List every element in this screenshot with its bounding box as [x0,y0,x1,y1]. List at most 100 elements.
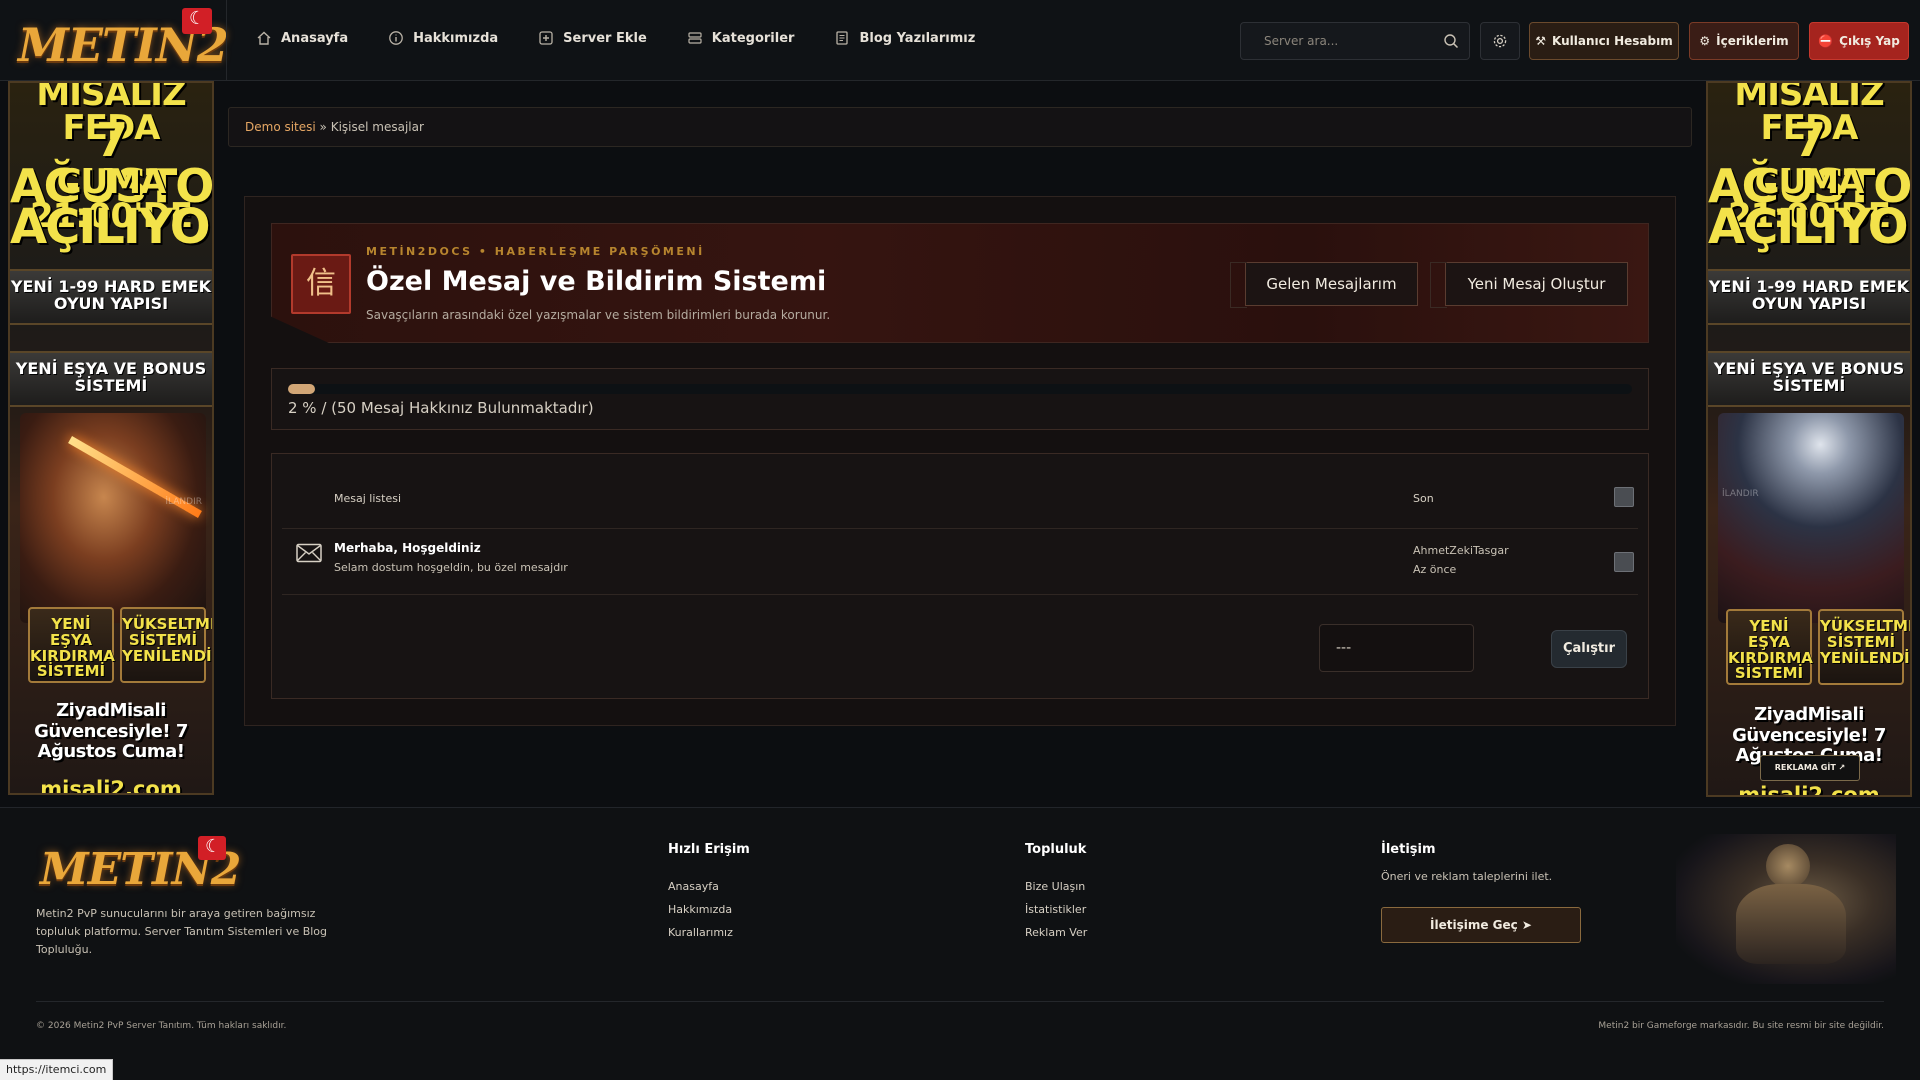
site-logo[interactable]: METIN2 [14,6,229,72]
nav-item-about[interactable]: Hakkımızda [388,30,498,46]
ad-line-4: AÇILIYOR! [10,199,212,255]
ad-tile-1: YENİ EŞYA KIRDIRMA SİSTEMİ [28,607,115,683]
quota-progress-track [288,384,1632,394]
footer-quick-title: Hızlı Erişim [668,842,750,857]
quota-label: 2 % / (50 Mesaj Hakkınız Bulunmaktadır) [288,399,594,417]
inbox-button[interactable]: Gelen Mesajlarım [1230,262,1418,308]
column-header-last: Son [1413,492,1434,505]
account-button-label: Kullanıcı Hesabım [1552,34,1673,48]
breadcrumb-current: Kişisel mesajlar [330,120,424,134]
info-icon [389,31,403,45]
nav-label-add-server: Server Ekle [563,30,647,46]
left-ad-banner[interactable]: MISALIZ FEDA 7 AĞUSTOS CUMA 21:00'DE AÇI… [8,81,214,795]
footer-link-rules[interactable]: Kurallarımız [668,926,733,939]
breadcrumb-link-demo[interactable]: Demo sitesi [245,120,316,134]
plus-square-icon [539,31,553,45]
main-nav: Anasayfa Hakkımızda Server Ekle Kategori… [256,30,975,46]
footer-link-stats[interactable]: İstatistikler [1025,903,1086,916]
hero-kicker: METİN2DOCS • HABERLEŞME PARŞÖMENİ [366,245,705,258]
footer-link-contact[interactable]: Bize Ulaşın [1025,880,1085,893]
ad-tile-2: YÜKSELTME SİSTEMİ YENİLENDİ! [1818,609,1910,685]
message-time: Az önce [1413,563,1457,576]
footer-divider [36,1001,1884,1002]
nav-item-home[interactable]: Anasayfa [256,30,348,46]
letter-seal-icon: 信 [291,254,351,314]
account-button[interactable]: ⚒ Kullanıcı Hesabım [1529,22,1679,60]
message-preview: Selam dostum hoşgeldin, bu özel mesajdır [334,561,568,574]
turkish-flag-icon [198,836,226,860]
footer-community-title: Topluluk [1025,842,1087,857]
footer-link-about[interactable]: Hakkımızda [668,903,732,916]
nav-label-categories: Kategoriler [711,30,795,46]
footer-contact-description: Öneri ve reklam taleplerini ilet. [1381,870,1553,883]
turkish-flag-icon [182,8,212,34]
logout-button-label: Çıkış Yap [1839,34,1900,48]
ad-cta-button[interactable]: REKLAMA GİT ↗ [1760,755,1860,781]
ad-domain: misali2.com [1738,783,1880,797]
row-checkbox[interactable] [1614,552,1634,572]
ad-band-1: YENİ 1-99 HARD EMEK OYUN YAPISI [10,269,212,325]
copyright-text: © 2026 Metin2 PvP Server Tanıtım. Tüm ha… [36,1021,287,1031]
warrior-illustration [20,413,206,623]
disclaimer-text: Metin2 bir Gameforge markasıdır. Bu site… [1598,1021,1884,1031]
document-icon [836,31,849,45]
new-message-button[interactable]: Yeni Mesaj Oluştur [1430,262,1628,308]
nav-item-add-server[interactable]: Server Ekle [538,30,647,46]
column-header-list: Mesaj listesi [334,492,401,505]
select-all-checkbox[interactable] [1614,487,1634,507]
message-author[interactable]: AhmetZekiTasgar [1413,544,1509,557]
ad-watermark: İLANDIR [1722,489,1759,499]
home-icon [257,31,271,45]
footer-logo[interactable]: METIN2 [36,834,241,895]
ad-domain: misali2.com [40,777,182,795]
status-bar-url: https://itemci.com [0,1059,114,1080]
contact-button[interactable]: İletişime Geç ➤ [1381,907,1581,943]
search-input[interactable] [1241,23,1441,59]
nav-label-home: Anasayfa [281,30,349,46]
site-header: METIN2 Anasayfa Hakkımızda Server Ekle K… [0,0,1920,81]
ad-band-2: YENİ EŞYA VE BONUS SİSTEMİ [1708,351,1910,407]
envelope-icon [296,543,322,563]
ad-line-4: AÇILIYOR! [1708,199,1910,255]
nav-item-categories[interactable]: Kategoriler [687,30,795,46]
logout-button[interactable]: ⛔ Çıkış Yap [1809,22,1909,60]
message-list: Mesaj listesi Son Merhaba, Hoşgeldiniz S… [271,453,1649,699]
header-divider [226,0,227,81]
ad-subline: ZiyadMisali Güvencesiyle! 7 Ağustos Cuma… [34,700,188,763]
table-row[interactable]: Merhaba, Hoşgeldiniz Selam dostum hoşgel… [282,529,1638,595]
page-description: Savaşçıların arasındaki özel yazışmalar … [366,308,831,322]
table-header: Mesaj listesi Son [282,454,1638,529]
right-ad-banner[interactable]: MISALIZ FEDA 7 AĞUSTOS CUMA 21:00'DE AÇI… [1706,81,1912,797]
ad-tile-1: YENİ EŞYA KIRDIRMA SİSTEMİ [1726,609,1813,685]
bulk-action-select[interactable]: --- [1319,624,1474,672]
server-search [1240,22,1470,60]
footer-contact-title: İletişim [1381,842,1436,857]
ad-band-1: YENİ 1-99 HARD EMEK OYUN YAPISI [1708,269,1910,325]
nav-item-blog[interactable]: Blog Yazılarımız [834,30,975,46]
breadcrumb-separator: » [315,120,331,134]
footer-link-advertise[interactable]: Reklam Ver [1025,926,1087,939]
ad-band-2: YENİ EŞYA VE BONUS SİSTEMİ [10,351,212,407]
nav-label-blog: Blog Yazılarımız [859,30,976,46]
contents-button-label: İçeriklerim [1716,34,1789,48]
message-subject[interactable]: Merhaba, Hoşgeldiniz [334,541,481,555]
ad-watermark: İLANDIR [165,497,202,507]
list-icon [688,32,702,44]
settings-button[interactable] [1480,22,1520,60]
ninja-illustration [1718,413,1904,623]
gear-icon [1493,34,1507,48]
site-footer: METIN2 Metin2 PvP sunucularını bir araya… [0,807,1920,1080]
ad-tile-2: YÜKSELTME SİSTEMİ YENİLENDİ! [120,607,212,683]
run-action-button[interactable]: Çalıştır [1551,630,1627,668]
nav-label-about: Hakkımızda [413,30,499,46]
contents-button[interactable]: ⚙ İçeriklerim [1689,22,1799,60]
page-title: Özel Mesaj ve Bildirim Sistemi [366,266,827,297]
footer-description: Metin2 PvP sunucularını bir araya getire… [36,907,328,956]
search-icon[interactable] [1443,33,1459,49]
warrior-illustration [1676,834,1896,984]
tools-icon: ⚒ [1535,34,1547,48]
gear-small-icon: ⚙ [1699,34,1711,48]
stop-icon: ⛔ [1818,34,1834,48]
quota-progress-fill [288,384,315,394]
footer-link-home[interactable]: Anasayfa [668,880,719,893]
